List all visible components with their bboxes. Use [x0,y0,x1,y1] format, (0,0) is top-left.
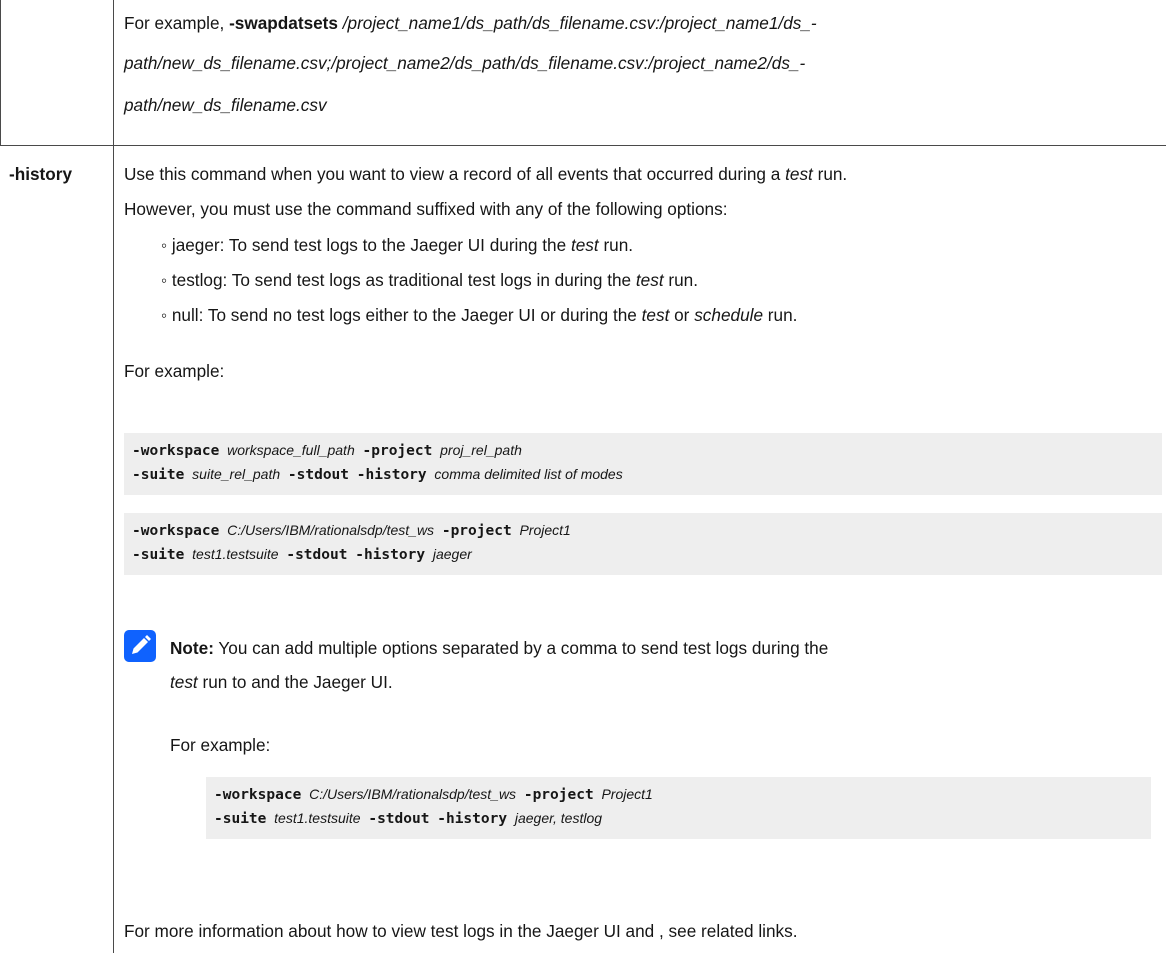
code-value: test1.testsuite [274,810,361,826]
code-flag: -history [355,547,426,563]
code-line: -workspace C:/Users/IBM/rationalsdp/test… [132,519,1154,543]
for-example-label: For example: [124,361,225,381]
swapdatsets-path-line2: path/new_ds_filename.csv;/project_name2/… [124,53,806,73]
pencil-icon [124,630,156,662]
table-column-divider [113,0,114,953]
note-for-example: For example: [170,735,271,755]
code-flag: -history [437,811,508,827]
code-value: test1.testsuite [192,546,279,562]
code-block-syntax: -workspace workspace_full_path -project … [124,433,1162,495]
bullet-marker: ◦ [161,270,172,290]
code-block-note-example: -workspace C:/Users/IBM/rationalsdp/test… [206,777,1151,839]
code-flag: -project [523,787,594,803]
more-info-text: For more information about how to view t… [124,921,798,941]
bullet-text: null: To send no test logs either to the… [171,305,637,325]
note-text: You can add multiple options separated b… [218,638,829,658]
code-flag: -project [441,523,512,539]
code-value: comma delimited list of modes [434,466,623,482]
bullet-test: test [635,270,664,290]
bullet-run: run. [668,270,699,290]
code-value: jaeger, testlog [514,810,603,826]
code-value: workspace_full_path [227,442,355,458]
code-value: Project1 [601,786,653,802]
bullet-or: or [674,305,690,325]
bullet-run: run. [603,235,634,255]
swapdatsets-path-line3: path/new_ds_filename.csv [124,95,327,115]
note-line1: Note: You can add multiple options separ… [170,636,828,660]
code-value: jaeger [432,546,472,562]
code-flag: -suite [132,467,185,483]
code-flag: -suite [214,811,267,827]
code-flag: -stdout [287,467,350,483]
bullet-text: jaeger: To send test logs to the Jaeger … [171,235,567,255]
code-flag: -suite [132,547,185,563]
note-text-2: run to and the Jaeger UI. [202,672,393,692]
code-value: Project1 [519,522,571,538]
code-line: -workspace workspace_full_path -project … [132,439,1154,463]
note-test: test [170,672,198,692]
code-value: suite_rel_path [192,466,281,482]
intro-run: run. [817,164,848,184]
intro-text: Use this command when you want to view a… [124,164,781,184]
example-prefix: For example, [124,13,225,33]
code-flag: -stdout [286,547,348,563]
code-flag: -stdout [368,811,430,827]
code-flag: -workspace [132,443,220,459]
bullet-marker: ◦ [161,305,172,325]
code-flag: -project [362,443,433,459]
bullet-text: testlog: To send test logs as traditiona… [171,270,632,290]
bullet-test: test [570,235,599,255]
note-line2: test run to and the Jaeger UI. [170,670,393,694]
bullet-test: test [641,305,670,325]
code-line: -workspace C:/Users/IBM/rationalsdp/test… [214,783,1143,807]
code-flag: -workspace [214,787,302,803]
history-option-label: -history [9,164,73,184]
note-label: Note: [170,638,214,658]
bullet-run: run. [767,305,798,325]
bullet-schedule: schedule [694,305,764,325]
bullet-marker: ◦ [161,235,172,255]
bullet-jaeger: ◦ jaeger: To send test logs to the Jaege… [161,233,633,257]
example-swapdatasets: For example, -swapdatsets /project_name1… [124,11,817,35]
history-intro-line1: Use this command when you want to view a… [124,162,847,186]
code-flag: -workspace [132,523,220,539]
code-value: C:/Users/IBM/rationalsdp/test_ws [227,522,435,538]
code-block-example: -workspace C:/Users/IBM/rationalsdp/test… [124,513,1162,575]
intro-test: test [785,164,813,184]
code-flag: -history [356,467,427,483]
code-value: proj_rel_path [440,442,522,458]
swapdatsets-flag: -swapdatsets [229,13,338,33]
history-intro-line2: However, you must use the command suffix… [124,199,728,219]
code-line: -suite test1.testsuite -stdout -history … [214,807,1143,831]
table-left-border [0,0,1,145]
code-value: C:/Users/IBM/rationalsdp/test_ws [309,786,517,802]
swapdatsets-path: /project_name1/ds_path/ds_filename.csv:/… [342,13,817,33]
bullet-null: ◦ null: To send no test logs either to t… [161,303,797,327]
code-line: -suite test1.testsuite -stdout -history … [132,543,1154,567]
code-line: -suite suite_rel_path -stdout -history c… [132,463,1154,487]
bullet-testlog: ◦ testlog: To send test logs as traditio… [161,268,698,292]
table-row-divider [0,145,1166,146]
